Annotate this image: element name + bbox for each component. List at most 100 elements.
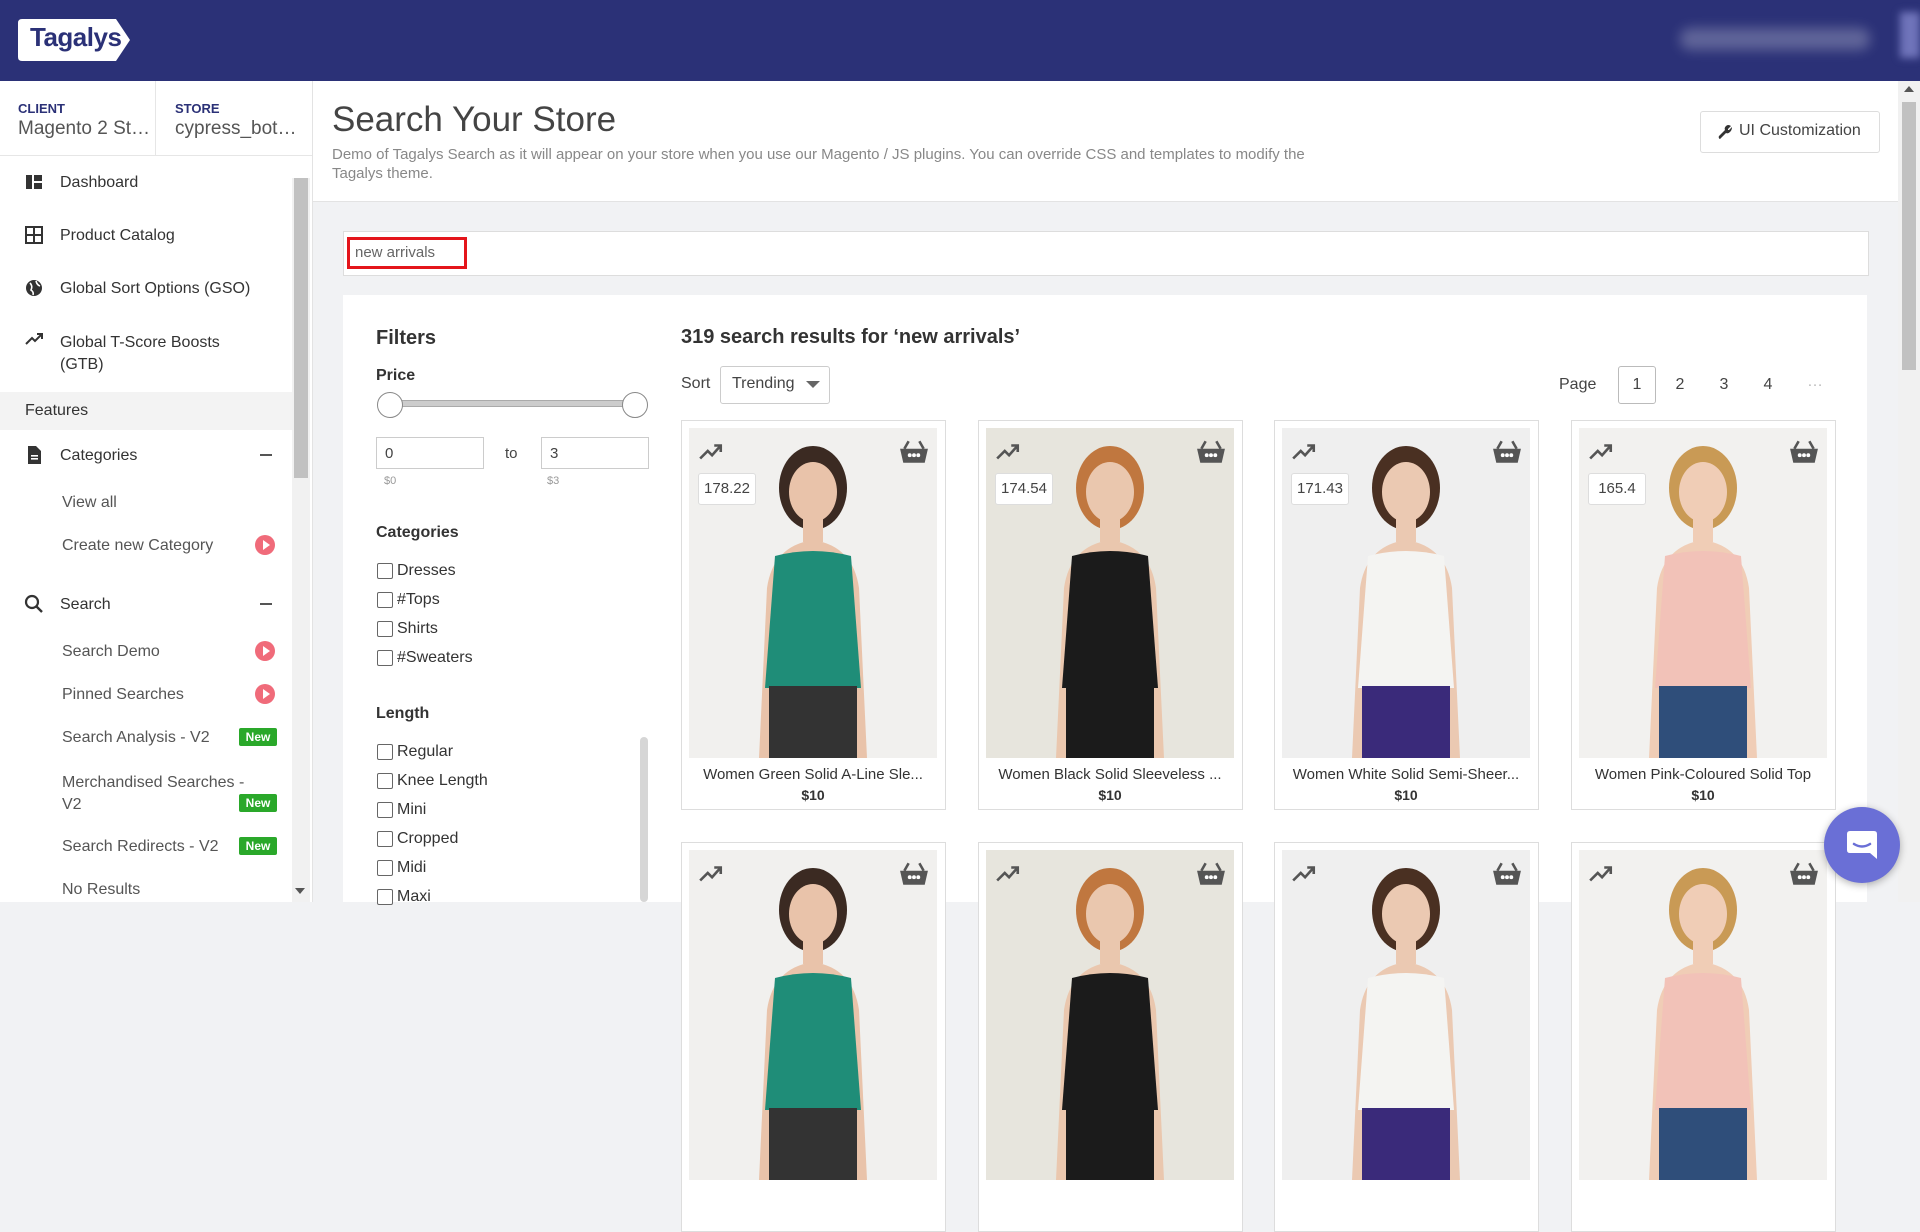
checkbox[interactable] xyxy=(377,889,393,905)
product-image[interactable] xyxy=(986,850,1234,1180)
scroll-down-arrow-icon[interactable] xyxy=(295,888,305,894)
filter-option-mini[interactable]: Mini xyxy=(397,801,426,819)
collapse-icon[interactable] xyxy=(260,603,272,605)
product-image[interactable] xyxy=(1282,850,1530,1180)
filter-option-shirts[interactable]: Shirts xyxy=(397,620,438,638)
sidebar-group-categories[interactable]: Categories xyxy=(0,437,292,473)
chevron-down-icon xyxy=(806,381,820,388)
sidebar-subitem-search-redirects[interactable]: Search Redirects - V2 xyxy=(62,838,219,856)
product-image[interactable] xyxy=(1579,850,1827,1180)
search-input[interactable] xyxy=(343,231,1869,276)
store-selector[interactable]: cypress_bot_... xyxy=(175,118,300,140)
sidebar-subitem-view-all[interactable]: View all xyxy=(62,494,117,512)
basket-icon[interactable] xyxy=(899,439,929,465)
trend-score-badge: 174.54 xyxy=(995,473,1053,505)
product-price: $10 xyxy=(1691,787,1715,803)
play-video-icon[interactable] xyxy=(255,641,275,661)
product-card[interactable]: 174.54 Women Black Solid Sleeveless ... $1… xyxy=(978,420,1243,810)
filter-option-midi[interactable]: Midi xyxy=(397,859,426,877)
sidebar-item-product-catalog[interactable]: Product Catalog xyxy=(0,217,292,253)
checkbox[interactable] xyxy=(377,650,393,666)
checkbox[interactable] xyxy=(377,802,393,818)
checkbox[interactable] xyxy=(377,831,393,847)
product-name[interactable]: Women Green Solid A-Line Sle... xyxy=(688,766,938,783)
product-name[interactable]: Women Pink-Coloured Solid Top xyxy=(1578,766,1828,783)
sidebar-item-dashboard[interactable]: Dashboard xyxy=(0,164,292,200)
product-name[interactable]: Women Black Solid Sleeveless ... xyxy=(985,766,1235,783)
page-3-button[interactable]: 3 xyxy=(1706,367,1742,403)
more-pages-indicator: … xyxy=(1807,373,1823,390)
filters-scrollbar[interactable] xyxy=(640,737,648,902)
logo-text: Tagalys xyxy=(30,22,122,52)
chat-widget-button[interactable] xyxy=(1824,807,1900,883)
product-card[interactable] xyxy=(1571,842,1836,1232)
sidebar-subitem-merchandised-searches[interactable]: Merchandised Searches - V2 xyxy=(62,772,262,816)
sidebar-subitem-search-analysis[interactable]: Search Analysis - V2 xyxy=(62,729,210,747)
basket-icon[interactable] xyxy=(899,861,929,887)
scroll-up-arrow-icon[interactable] xyxy=(1904,86,1914,92)
sidebar-subitem-no-results[interactable]: No Results xyxy=(62,881,140,899)
price-min-input[interactable]: 0 xyxy=(376,437,484,469)
page-title: Search Your Store xyxy=(332,100,617,139)
checkbox[interactable] xyxy=(377,621,393,637)
trending-icon xyxy=(25,333,43,345)
basket-icon[interactable] xyxy=(1196,861,1226,887)
product-card[interactable] xyxy=(1274,842,1539,1232)
basket-icon[interactable] xyxy=(1789,861,1819,887)
sidebar-item-gso[interactable]: Global Sort Options (GSO) xyxy=(0,270,292,306)
sidebar-item-gtb[interactable]: Global T-Score Boosts (GTB) xyxy=(0,323,292,379)
play-video-icon[interactable] xyxy=(255,684,275,704)
basket-icon[interactable] xyxy=(1196,439,1226,465)
client-selector[interactable]: Magento 2 Sta... xyxy=(18,118,153,140)
checkbox[interactable] xyxy=(377,744,393,760)
sidebar-subitem-pinned-searches[interactable]: Pinned Searches xyxy=(62,686,184,704)
filter-option-maxi[interactable]: Maxi xyxy=(397,888,431,906)
filter-option-tops[interactable]: #Tops xyxy=(397,591,440,609)
product-card[interactable]: 165.4 Women Pink-Coloured Solid Top $10 xyxy=(1571,420,1836,810)
checkbox[interactable] xyxy=(377,860,393,876)
price-max-handle[interactable] xyxy=(622,392,648,418)
filter-option-cropped[interactable]: Cropped xyxy=(397,830,458,848)
sidebar-group-search[interactable]: Search xyxy=(0,586,292,622)
price-max-input[interactable]: 3 xyxy=(541,437,649,469)
sidebar-item-label: Search xyxy=(60,596,111,613)
filter-option-sweaters[interactable]: #Sweaters xyxy=(397,649,473,667)
user-menu[interactable] xyxy=(1680,28,1870,50)
page-2-button[interactable]: 2 xyxy=(1662,367,1698,403)
sort-label: Sort xyxy=(681,375,711,392)
trending-icon xyxy=(996,444,1020,460)
basket-icon[interactable] xyxy=(1789,439,1819,465)
filter-option-knee-length[interactable]: Knee Length xyxy=(397,772,488,790)
sidebar-subitem-search-demo[interactable]: Search Demo xyxy=(62,643,160,661)
page-1-button[interactable]: 1 xyxy=(1618,366,1656,404)
product-card[interactable]: 171.43 Women White Solid Semi-Sheer... $10 xyxy=(1274,420,1539,810)
page-scrollbar-thumb[interactable] xyxy=(1902,102,1916,370)
search-query-text[interactable]: new arrivals xyxy=(355,244,435,261)
features-label: Features xyxy=(25,402,89,419)
basket-icon[interactable] xyxy=(1492,439,1522,465)
sidebar-item-label: Categories xyxy=(60,447,138,464)
price-filter-label: Price xyxy=(376,367,416,384)
price-min-handle[interactable] xyxy=(377,392,403,418)
pagination-label: Page xyxy=(1559,376,1597,393)
checkbox[interactable] xyxy=(377,592,393,608)
filter-option-regular[interactable]: Regular xyxy=(397,743,453,761)
checkbox[interactable] xyxy=(377,563,393,579)
sidebar-subitem-create-category[interactable]: Create new Category xyxy=(62,537,213,555)
checkbox[interactable] xyxy=(377,773,393,789)
product-card[interactable] xyxy=(681,842,946,1232)
collapse-icon[interactable] xyxy=(260,454,272,456)
product-name[interactable]: Women White Solid Semi-Sheer... xyxy=(1281,766,1531,783)
product-image[interactable] xyxy=(689,850,937,1180)
price-range-track[interactable] xyxy=(386,400,636,407)
product-card[interactable] xyxy=(978,842,1243,1232)
product-card[interactable]: 178.22 Women Green Solid A-Line Sle... $10 xyxy=(681,420,946,810)
play-video-icon[interactable] xyxy=(255,535,275,555)
filter-option-dresses[interactable]: Dresses xyxy=(397,562,456,580)
page-4-button[interactable]: 4 xyxy=(1750,367,1786,403)
header-edge xyxy=(1900,12,1920,58)
ui-customization-button[interactable]: UI Customization xyxy=(1700,111,1880,153)
price-max-caption: $3 xyxy=(547,475,560,487)
sidebar-scrollbar-thumb[interactable] xyxy=(294,178,308,478)
basket-icon[interactable] xyxy=(1492,861,1522,887)
